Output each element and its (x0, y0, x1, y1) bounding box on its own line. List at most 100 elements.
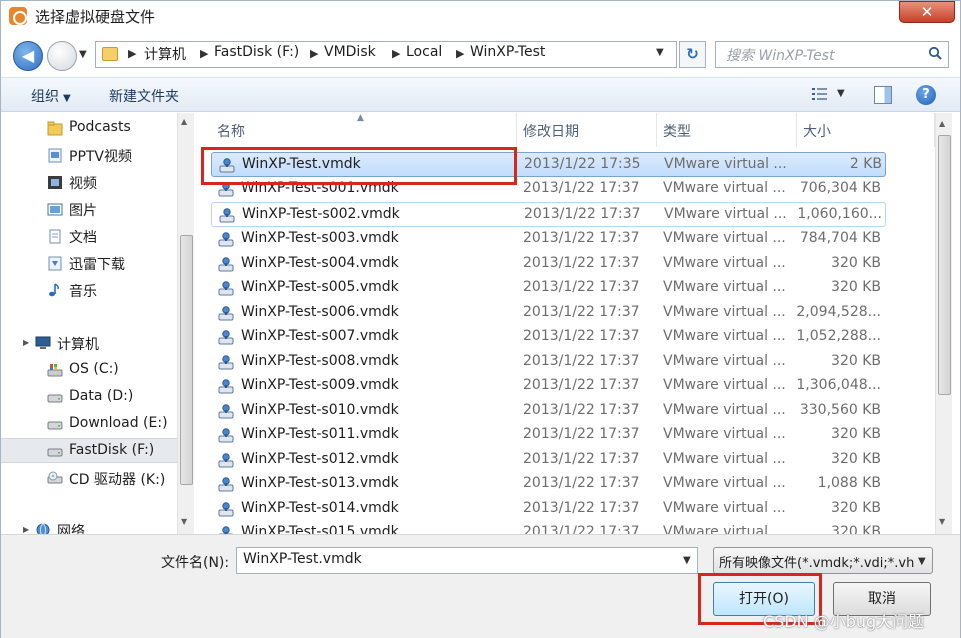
file-row[interactable]: WinXP-Test-s014.vmdk 2013/1/22 17:37 VMwar… (211, 497, 886, 522)
column-header-name[interactable]: 名称 (217, 113, 517, 147)
back-button[interactable]: ◀ (13, 41, 43, 71)
expand-icon[interactable]: ▶ (23, 338, 29, 347)
file-row[interactable]: WinXP-Test-s003.vmdk 2013/1/22 17:37 VMwar… (211, 227, 886, 252)
vmdk-file-icon (218, 379, 234, 394)
file-size: 320 KB (831, 524, 881, 534)
file-size: 1,306,048... (796, 377, 881, 393)
file-row[interactable]: WinXP-Test-s004.vmdk 2013/1/22 17:37 VMwar… (211, 252, 886, 277)
file-row[interactable]: WinXP-Test-s007.vmdk 2013/1/22 17:37 VMwar… (211, 325, 886, 350)
sidebar-item-cd-k[interactable]: CD 驱动器 (K:) (1, 466, 177, 491)
help-glyph: ? (922, 87, 930, 102)
navigation-scrollbar[interactable]: ▲ ▼ (177, 113, 194, 534)
column-header-type[interactable]: 类型 (663, 113, 797, 147)
vmdk-file-icon (218, 257, 234, 272)
sidebar-item-documents[interactable]: 文档 (1, 224, 177, 249)
vmdk-file-icon (219, 158, 235, 173)
computer-icon (35, 336, 51, 349)
vmdk-file-icon (218, 502, 234, 517)
breadcrumb-separator-icon[interactable]: ▶ (200, 47, 208, 60)
vmdk-file-icon (218, 281, 234, 296)
search-input[interactable]: 搜索 WinXP-Test (715, 41, 949, 68)
filename-input[interactable]: WinXP-Test.vmdk ▼ (236, 547, 698, 574)
refresh-button[interactable]: ↻ (679, 41, 706, 68)
view-dropdown-icon[interactable]: ▼ (837, 88, 845, 99)
file-list: ▲ 名称 修改日期 类型 大小 WinXP-Test.vmdk 2013/1/22… (197, 113, 960, 534)
breadcrumb-winxp-test[interactable]: WinXP-Test (470, 44, 545, 60)
file-row[interactable]: WinXP-Test-s002.vmdk 2013/1/22 17:37 VMwar… (211, 202, 886, 227)
file-modified-date: 2013/1/22 17:37 (523, 426, 640, 442)
breadcrumb-separator-icon[interactable]: ▶ (128, 47, 136, 60)
file-modified-date: 2013/1/22 17:37 (523, 279, 640, 295)
preview-pane-icon[interactable] (874, 86, 892, 104)
help-icon[interactable]: ? (916, 85, 936, 105)
forward-button[interactable] (47, 41, 77, 71)
scroll-thumb[interactable] (938, 135, 951, 395)
file-name: WinXP-Test-s001.vmdk (241, 180, 399, 196)
sidebar-item-videos[interactable]: 视频 (1, 170, 177, 195)
file-size: 330,560 KB (799, 402, 881, 418)
file-row[interactable]: WinXP-Test-s012.vmdk 2013/1/22 17:37 VMwar… (211, 448, 886, 473)
file-modified-date: 2013/1/22 17:37 (523, 353, 640, 369)
column-header-size[interactable]: 大小 (803, 113, 935, 147)
column-header-date[interactable]: 修改日期 (523, 113, 657, 147)
organize-menu[interactable]: 组织 ▼ (31, 86, 71, 106)
file-row[interactable]: WinXP-Test-s015.vmdk 2013/1/22 17:37 VMwar… (211, 521, 886, 534)
view-options-icon[interactable] (811, 86, 829, 104)
file-modified-date: 2013/1/22 17:37 (523, 451, 640, 467)
file-row[interactable]: WinXP-Test-s010.vmdk 2013/1/22 17:37 VMwar… (211, 399, 886, 424)
new-folder-button[interactable]: 新建文件夹 (109, 86, 179, 106)
file-type: VMware virtual ... (663, 353, 786, 369)
file-name: WinXP-Test-s003.vmdk (241, 230, 399, 246)
file-row[interactable]: WinXP-Test-s008.vmdk 2013/1/22 17:37 VMwar… (211, 350, 886, 375)
sidebar-item-computer[interactable]: ▶ 计算机 (1, 331, 177, 356)
address-bar[interactable]: ▶ 计算机 ▶ FastDisk (F:) ▶ VMDisk ▶ Local ▶… (95, 41, 677, 68)
sidebar-item-label: Data (D:) (69, 388, 134, 404)
file-type: VMware virtual ... (663, 180, 786, 196)
search-icon[interactable] (928, 46, 942, 60)
breadcrumb-separator-icon[interactable]: ▶ (310, 47, 318, 60)
picture-library-icon (47, 203, 63, 216)
scroll-up-icon[interactable]: ▲ (181, 117, 187, 126)
sidebar-item-data-d[interactable]: Data (D:) (1, 385, 177, 410)
file-row[interactable]: WinXP-Test-s001.vmdk 2013/1/22 17:37 VMwar… (211, 177, 886, 202)
breadcrumb-vmdisk[interactable]: VMDisk (324, 44, 376, 60)
file-row[interactable]: WinXP-Test-s006.vmdk 2013/1/22 17:37 VMwar… (211, 301, 886, 326)
breadcrumb-computer[interactable]: 计算机 (144, 44, 186, 64)
scroll-down-icon[interactable]: ▼ (939, 517, 945, 526)
breadcrumb-local[interactable]: Local (406, 44, 442, 60)
sidebar-item-pptv[interactable]: PPTV视频 (1, 143, 177, 168)
file-type-filter[interactable]: 所有映像文件(*.vmdk;*.vdi;*.vhd) ▼ (713, 547, 933, 574)
sidebar-item-podcasts[interactable]: Podcasts (1, 116, 177, 141)
filename-value[interactable]: WinXP-Test.vmdk (243, 551, 362, 567)
breadcrumb-fastdisk[interactable]: FastDisk (F:) (214, 44, 299, 60)
scroll-thumb[interactable] (180, 235, 193, 485)
sidebar-item-music[interactable]: 音乐 (1, 278, 177, 303)
chevron-down-icon[interactable]: ▼ (918, 556, 926, 567)
scroll-up-icon[interactable]: ▲ (939, 119, 945, 128)
file-row[interactable]: WinXP-Test.vmdk 2013/1/22 17:35 VMware vir… (211, 152, 886, 177)
sidebar-item-download-e[interactable]: Download (E:) (1, 412, 177, 437)
sidebar-item-thunder-downloads[interactable]: 迅雷下载 (1, 251, 177, 276)
close-button[interactable]: ✕ (899, 1, 955, 23)
breadcrumb-separator-icon[interactable]: ▶ (456, 47, 464, 60)
file-row[interactable]: WinXP-Test-s013.vmdk 2013/1/22 17:37 VMwar… (211, 472, 886, 497)
sidebar-item-os-c[interactable]: OS (C:) (1, 358, 177, 383)
sidebar-item-network[interactable]: ▶ 网络 (1, 518, 177, 534)
expand-icon[interactable]: ▶ (23, 525, 29, 534)
file-modified-date: 2013/1/22 17:37 (523, 500, 640, 516)
sidebar-item-fastdisk-f[interactable]: FastDisk (F:) (1, 438, 177, 463)
file-row[interactable]: WinXP-Test-s011.vmdk 2013/1/22 17:37 VMwar… (211, 423, 886, 448)
file-row[interactable]: WinXP-Test-s009.vmdk 2013/1/22 17:37 VMwar… (211, 374, 886, 399)
file-row[interactable]: WinXP-Test-s005.vmdk 2013/1/22 17:37 VMwar… (211, 276, 886, 301)
history-dropdown-icon[interactable]: ▼ (79, 49, 87, 60)
file-list-scrollbar[interactable]: ▲ ▼ (935, 113, 952, 534)
folder-icon (102, 47, 118, 61)
vmdk-file-icon (218, 477, 234, 492)
filename-dropdown-icon[interactable]: ▼ (683, 555, 691, 566)
file-modified-date: 2013/1/22 17:35 (524, 156, 641, 172)
breadcrumb-separator-icon[interactable]: ▶ (392, 47, 400, 60)
scroll-down-icon[interactable]: ▼ (181, 517, 187, 526)
file-size: 706,304 KB (799, 180, 881, 196)
address-dropdown-icon[interactable]: ▼ (656, 47, 664, 58)
sidebar-item-pictures[interactable]: 图片 (1, 197, 177, 222)
